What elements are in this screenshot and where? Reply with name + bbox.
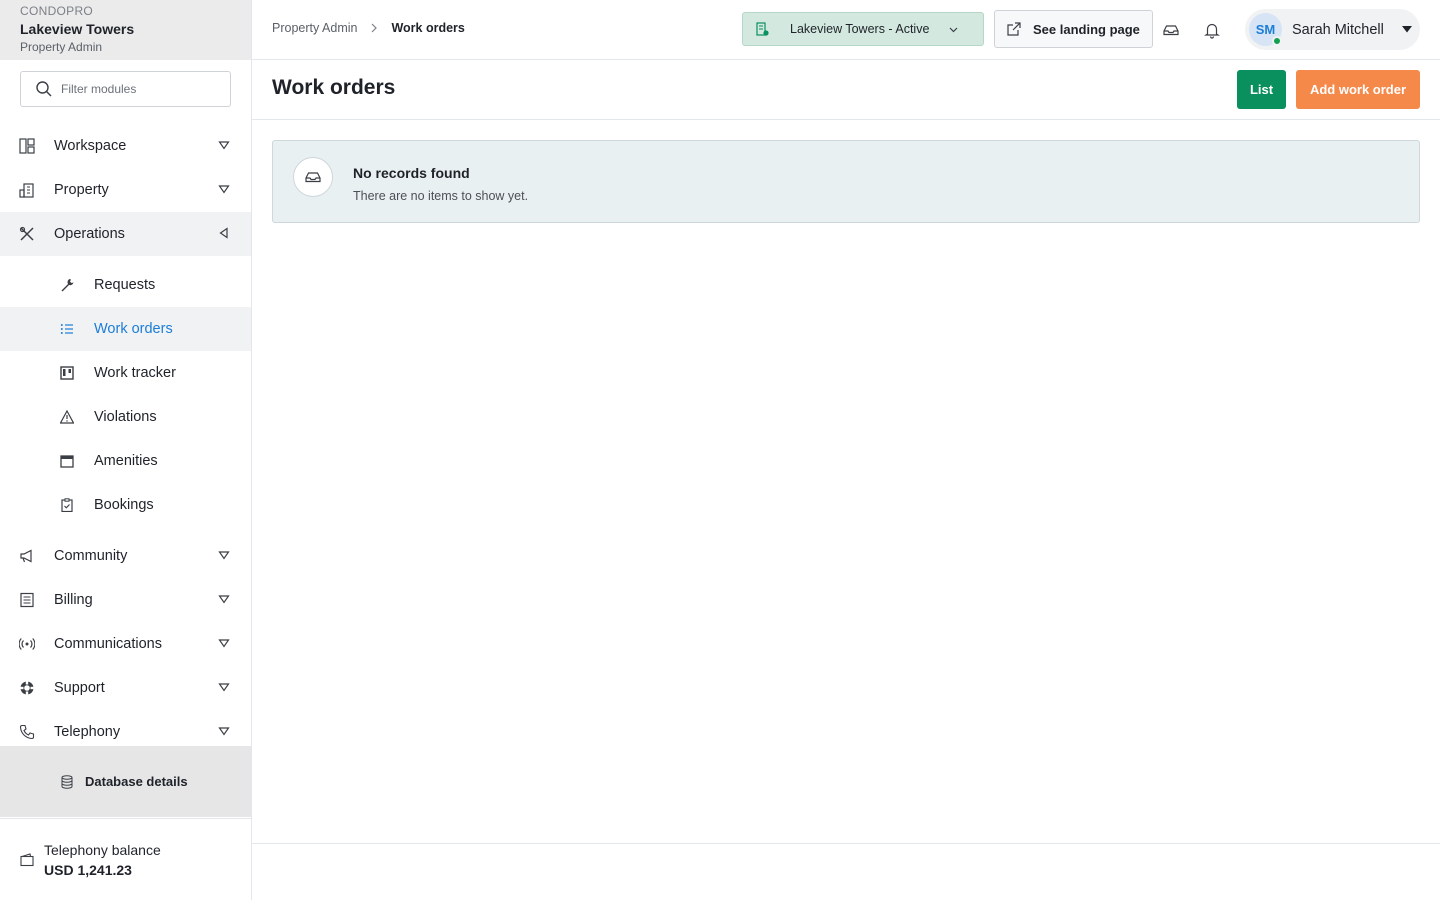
top-bar: Property Admin Work orders Lakeview Towe… <box>252 0 1440 60</box>
operations-submenu: Requests Work orders Work tracker Violat… <box>0 256 251 534</box>
sidebar-item-label: Telephony <box>54 724 121 740</box>
sidebar-item-workspace[interactable]: Workspace <box>0 124 251 168</box>
tools-icon <box>19 226 35 242</box>
chevron-right-icon <box>372 23 378 33</box>
sidebar-subitem-label: Bookings <box>94 497 154 513</box>
sidebar-item-label: Community <box>54 548 128 564</box>
sidebar-subitem-label: Amenities <box>94 453 158 469</box>
sidebar-item-label: Support <box>54 680 105 696</box>
bell-icon[interactable] <box>1203 21 1221 39</box>
warning-icon <box>60 410 74 424</box>
list-icon <box>60 322 74 336</box>
user-role: Property Admin <box>20 40 103 54</box>
empty-state-description: There are no items to show yet. <box>353 189 529 203</box>
balance-value: USD 1,241.23 <box>44 861 132 878</box>
database-icon <box>61 774 73 789</box>
layout-icon <box>19 138 35 154</box>
database-details-button[interactable]: Database details <box>0 746 251 817</box>
caret-down-icon <box>218 639 230 648</box>
lifebuoy-icon <box>19 680 35 696</box>
caret-down-icon <box>218 595 230 604</box>
property-select-label: Lakeview Towers - Active <box>790 22 930 36</box>
caret-down-icon <box>218 185 230 194</box>
caret-down-icon <box>218 141 230 150</box>
list-view-button[interactable]: List <box>1237 70 1286 109</box>
see-landing-page-label: See landing page <box>1033 21 1140 37</box>
avatar: SM <box>1249 13 1282 46</box>
chevron-down-icon <box>949 27 958 33</box>
filter-modules-field[interactable] <box>20 71 231 107</box>
wrench-icon <box>60 278 74 292</box>
sidebar-subitem-label: Requests <box>94 277 156 293</box>
property-select[interactable]: Lakeview Towers - Active <box>742 12 984 46</box>
kanban-icon <box>60 366 74 380</box>
sidebar-subitem-violations[interactable]: Violations <box>0 395 251 439</box>
footer-divider <box>252 843 1440 844</box>
caret-down-icon <box>1402 26 1412 33</box>
sidebar-subitem-bookings[interactable]: Bookings <box>0 483 251 527</box>
page-header: Work orders List Add work order <box>252 60 1440 120</box>
database-details-label: Database details <box>85 774 188 789</box>
wallet-icon <box>20 852 34 866</box>
caret-down-icon <box>218 551 230 560</box>
avatar-initials: SM <box>1255 22 1276 37</box>
empty-state-title: No records found <box>353 165 470 181</box>
phone-icon <box>19 724 35 740</box>
empty-state: No records found There are no items to s… <box>272 140 1420 223</box>
sidebar-item-label: Communications <box>54 636 162 652</box>
building-status-icon <box>756 22 769 36</box>
inbox-icon[interactable] <box>1162 21 1180 39</box>
brand-block: CONDOPRO Lakeview Towers Property Admin <box>0 0 251 60</box>
telephony-balance: Telephony balance USD 1,241.23 <box>0 818 251 900</box>
user-name: Sarah Mitchell <box>1292 21 1384 38</box>
breadcrumb-root-link[interactable]: Property Admin <box>272 21 357 35</box>
sidebar-item-support[interactable]: Support <box>0 666 251 710</box>
online-status-dot <box>1272 36 1282 46</box>
inbox-icon <box>305 172 321 183</box>
app-name: CONDOPRO <box>20 4 94 18</box>
sidebar-subitem-amenities[interactable]: Amenities <box>0 439 251 483</box>
broadcast-icon <box>19 636 35 652</box>
receipt-icon <box>19 592 35 608</box>
sidebar-subitem-requests[interactable]: Requests <box>0 263 251 307</box>
page-title: Work orders <box>272 76 396 99</box>
caret-down-icon <box>218 727 230 736</box>
sidebar-subitem-label: Violations <box>94 409 157 425</box>
sidebar: CONDOPRO Lakeview Towers Property Admin … <box>0 0 252 900</box>
caret-down-icon <box>218 683 230 692</box>
sidebar-subitem-label: Work orders <box>94 321 173 337</box>
sidebar-subitem-work-orders[interactable]: Work orders <box>0 307 251 351</box>
sidebar-item-community[interactable]: Community <box>0 534 251 578</box>
see-landing-page-button[interactable]: See landing page <box>994 10 1153 48</box>
sidebar-subitem-label: Work tracker <box>94 365 176 381</box>
sidebar-item-label: Operations <box>54 226 125 242</box>
sidebar-item-label: Billing <box>54 592 93 608</box>
sidebar-subitem-work-tracker[interactable]: Work tracker <box>0 351 251 395</box>
breadcrumb-current: Work orders <box>391 21 465 35</box>
breadcrumb: Property Admin Work orders <box>272 21 465 35</box>
caret-left-icon <box>219 227 228 239</box>
filter-modules-input[interactable] <box>61 82 221 96</box>
balance-label: Telephony balance <box>44 841 161 858</box>
calendar-icon <box>60 454 74 468</box>
user-menu[interactable]: SM Sarah Mitchell <box>1245 9 1420 50</box>
sidebar-nav: Workspace Property Operations Requests W… <box>0 124 251 754</box>
empty-state-icon-circle <box>293 157 333 197</box>
clipboard-icon <box>60 498 74 512</box>
sidebar-item-communications[interactable]: Communications <box>0 622 251 666</box>
external-link-icon <box>1007 22 1021 36</box>
org-name: Lakeview Towers <box>20 21 135 37</box>
sidebar-item-label: Workspace <box>54 138 127 154</box>
building-icon <box>19 182 35 198</box>
search-icon <box>36 81 52 97</box>
sidebar-item-label: Property <box>54 182 109 198</box>
add-work-order-button[interactable]: Add work order <box>1296 70 1420 109</box>
sidebar-item-operations[interactable]: Operations <box>0 212 251 256</box>
megaphone-icon <box>19 548 35 564</box>
sidebar-item-property[interactable]: Property <box>0 168 251 212</box>
sidebar-item-billing[interactable]: Billing <box>0 578 251 622</box>
